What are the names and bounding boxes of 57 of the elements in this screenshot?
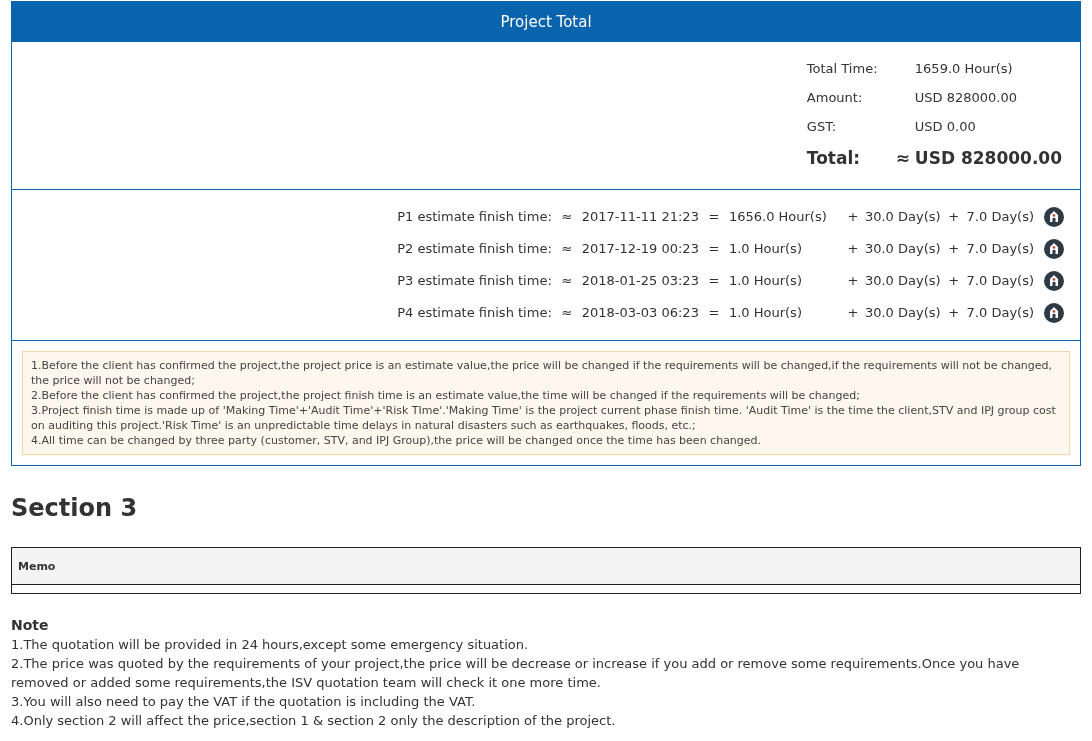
notice-text: 2.Before the client has confirmed the project,the project finish time is an estimate value,the time will be changed if the requirements will be changed; [31, 388, 861, 403]
estimate-date: 2018-03-03 06:23 [581, 304, 699, 322]
note-text: 3.You will also need to pay the VAT if the quotation is including the VAT. [11, 693, 477, 711]
notice-text: 4.All time can be changed by three party (customer, STV, and IPJ Group),the price will be changed once the time has been changed. [31, 433, 763, 448]
plus-sign: + [947, 272, 961, 290]
note-text: 2.The price was quoted by the requirements of your project,the price will be decrease or increase if you add or remove some requirements.Once you have removed or added some requirements,the ISV quotation team will check it one more time. [11, 655, 1021, 692]
estimate-date: 2017-12-19 00:23 [581, 240, 699, 258]
note-title: Note [11, 616, 50, 635]
note-text: 4.Only section 2 will affect the price,section 1 & section 2 only the description of the project. [11, 712, 617, 730]
notice-text: 1.Before the client has confirmed the project,the project price is an estimate value,the price will be changed if the requirements will be changed,if the requirements will not be changed, the price will not be changed; [31, 358, 1054, 388]
plus-sign: + [947, 240, 961, 258]
note-text: 1.The quotation will be provided in 24 hours,except some emergency situation. [11, 636, 530, 654]
total-label: GST: [806, 118, 838, 136]
estimate-date: 2018-01-25 03:23 [581, 272, 699, 290]
total-value: 1659.0 Hour(s) [914, 60, 1014, 78]
total-label: Total Time: [806, 60, 879, 78]
equals-sign: = [707, 272, 721, 290]
estimate-label: P2 estimate finish time: [397, 240, 552, 258]
risk-time: 7.0 Day(s) [966, 240, 1034, 258]
total-label: Amount: [806, 89, 864, 107]
panel-title: Project Total [12, 2, 1080, 42]
risk-time: 7.0 Day(s) [966, 208, 1034, 226]
total-label: Total: [806, 147, 862, 170]
audit-time: 30.0 Day(s) [864, 304, 941, 322]
equals-sign: = [707, 304, 721, 322]
making-time: 1.0 Hour(s) [728, 240, 803, 258]
risk-time: 7.0 Day(s) [966, 304, 1034, 322]
equals-sign: = [707, 208, 721, 226]
approx-sign: ≈ [560, 240, 574, 258]
equals-sign: = [707, 240, 721, 258]
risk-time: 7.0 Day(s) [966, 272, 1034, 290]
total-value: USD 828000.00 [914, 89, 1019, 107]
total-value: USD 828000.00 [914, 147, 1062, 170]
audit-time: 30.0 Day(s) [864, 240, 941, 258]
making-time: 1.0 Hour(s) [728, 272, 803, 290]
approx-sign: ≈ [894, 147, 911, 170]
audit-time: 30.0 Day(s) [864, 208, 941, 226]
approx-sign: ≈ [560, 208, 574, 226]
plus-sign: + [846, 272, 860, 290]
notice-text: 3.Project finish time is made up of 'Making Time'+'Audit Time'+'Risk TIme'.'Making Time' is the project current phase finish time. 'Audit Time' is the time the client,STV and IPJ group cost on auditing this project.'Risk Time' is an unpredictable time delays in natural disasters such as earthquakes, floods, etc.; [31, 403, 1057, 433]
plus-sign: + [846, 208, 860, 226]
column-header: Memo [11, 547, 1081, 585]
plus-sign: + [947, 208, 961, 226]
estimate-label: P3 estimate finish time: [397, 272, 552, 290]
plus-sign: + [846, 240, 860, 258]
estimate-label: P4 estimate finish time: [397, 304, 552, 322]
plus-sign: + [947, 304, 961, 322]
plus-sign: + [846, 304, 860, 322]
audit-time: 30.0 Day(s) [864, 272, 941, 290]
making-time: 1656.0 Hour(s) [728, 208, 828, 226]
approx-sign: ≈ [560, 272, 574, 290]
total-value: USD 0.00 [914, 118, 977, 136]
estimate-date: 2017-11-11 21:23 [581, 208, 699, 226]
estimate-label: P1 estimate finish time: [397, 208, 552, 226]
approx-sign: ≈ [560, 304, 574, 322]
section-heading: Section 3 [11, 493, 139, 523]
making-time: 1.0 Hour(s) [728, 304, 803, 322]
